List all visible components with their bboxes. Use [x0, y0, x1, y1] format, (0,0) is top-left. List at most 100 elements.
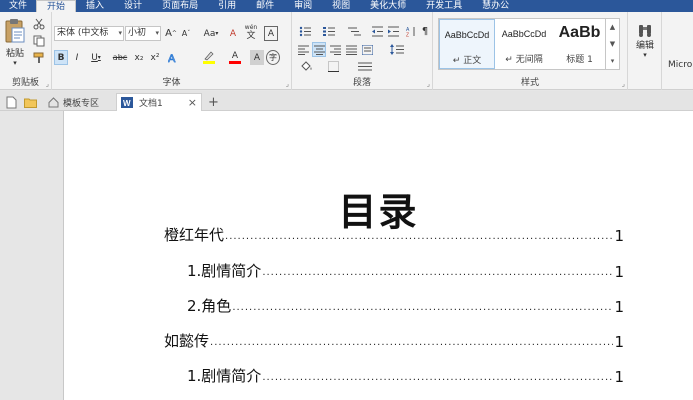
- new-tab-button[interactable]: +: [204, 93, 223, 111]
- change-case-button[interactable]: Aa ▾: [200, 26, 222, 41]
- numbering-button[interactable]: [320, 24, 342, 39]
- pilcrow-icon: ¶: [421, 26, 429, 37]
- shading-button[interactable]: [296, 59, 318, 74]
- distributed-button[interactable]: [360, 42, 374, 57]
- underline-button[interactable]: U ▾: [86, 50, 106, 65]
- align-right-button[interactable]: [328, 42, 342, 57]
- font-color-bar: [229, 61, 241, 64]
- toc-entry[interactable]: 如懿传.....................................…: [164, 331, 624, 351]
- text-effects-button[interactable]: A: [166, 50, 180, 65]
- doc-tab-templates[interactable]: 模板专区: [44, 93, 108, 111]
- close-icon[interactable]: ×: [188, 96, 197, 109]
- toc-entry[interactable]: 橙红年代....................................…: [164, 225, 624, 245]
- grow-font-icon: A: [165, 28, 172, 39]
- toc-entry[interactable]: 1.剧情简介..................................…: [187, 366, 624, 386]
- toc-page-number: 1: [614, 333, 624, 351]
- toc-page-number: 1: [614, 227, 624, 245]
- extra-group-label: Micro: [668, 60, 693, 70]
- paste-button[interactable]: 粘贴 ▾: [2, 15, 28, 69]
- ribbon-tab[interactable]: 引用: [208, 0, 246, 12]
- grow-font-button[interactable]: A ^: [164, 26, 178, 41]
- highlight-button[interactable]: [198, 50, 220, 65]
- new-document-button[interactable]: [2, 93, 21, 111]
- increase-indent-button[interactable]: [386, 24, 400, 39]
- document-page[interactable]: 目录 橙红年代.................................…: [63, 111, 693, 400]
- toc-leader-dots: ........................................…: [210, 338, 614, 348]
- strikethrough-button[interactable]: abc: [110, 50, 130, 65]
- ribbon-tab[interactable]: 美化大师: [360, 0, 416, 12]
- ribbon-tab[interactable]: 审阅: [284, 0, 322, 12]
- style-no-spacing[interactable]: AaBbCcDd ↵ 无间隔: [496, 19, 552, 69]
- borders-button[interactable]: [322, 59, 344, 74]
- highlighter-icon: [204, 51, 214, 61]
- multilevel-list-button[interactable]: [344, 24, 366, 39]
- sort-button[interactable]: AZ: [404, 24, 418, 39]
- chevron-down-icon: ▾: [118, 29, 122, 37]
- character-border-button[interactable]: A: [264, 26, 278, 41]
- paragraph-group: AZ ¶ 段落 ⌟: [292, 12, 433, 90]
- align-right-icon: [329, 45, 341, 55]
- italic-button[interactable]: I: [70, 50, 84, 65]
- home-icon: [48, 96, 59, 107]
- editing-group: 编辑 ▾: [628, 12, 662, 90]
- style-sample: AaBbCcDd: [501, 29, 547, 39]
- chevron-down-icon[interactable]: ▼: [606, 36, 619, 53]
- more-icon[interactable]: ▾: [606, 53, 619, 70]
- ribbon-tab[interactable]: 慧办公: [472, 0, 519, 12]
- copy-icon: [33, 35, 45, 47]
- dialog-launcher-icon[interactable]: ⌟: [46, 80, 49, 88]
- ribbon-tab[interactable]: 页面布局: [152, 0, 208, 12]
- line-spacing-button[interactable]: [386, 42, 408, 57]
- format-painter-button[interactable]: [31, 51, 47, 65]
- superscript-button[interactable]: x²: [148, 50, 162, 65]
- ribbon-tab[interactable]: 开始: [36, 0, 77, 12]
- enclose-characters-button[interactable]: 字: [266, 50, 280, 65]
- bullets-button[interactable]: [296, 24, 318, 39]
- styles-group-label: 样式: [520, 78, 539, 88]
- toc-entry-text: 1.剧情简介: [187, 262, 262, 280]
- toc-entry[interactable]: 2.角色....................................…: [187, 296, 624, 316]
- font-size-combo[interactable]: 小初 ▾: [125, 26, 161, 41]
- chevron-down-icon: ▾: [155, 29, 159, 37]
- svg-text:A: A: [168, 53, 176, 63]
- change-case-icon: Aa: [203, 28, 216, 39]
- justify-button[interactable]: [344, 42, 358, 57]
- chevron-down-icon: ▾: [643, 50, 647, 59]
- style-normal[interactable]: AaBbCcDd ↵ 正文: [439, 19, 495, 69]
- ribbon-tab[interactable]: 插入: [76, 0, 114, 12]
- editing-button[interactable]: 编辑 ▾: [632, 20, 658, 60]
- ribbon-tab[interactable]: 文件: [0, 0, 37, 12]
- align-center-button[interactable]: [312, 42, 326, 57]
- ribbon-tab[interactable]: 开发工具: [416, 0, 472, 12]
- dialog-launcher-icon[interactable]: ⌟: [286, 80, 289, 88]
- doc-tab-document1[interactable]: W 文档1 ×: [116, 93, 202, 111]
- ribbon-tab[interactable]: 视图: [322, 0, 360, 12]
- chevron-up-icon[interactable]: ▲: [606, 19, 619, 36]
- character-shading-button[interactable]: A: [250, 50, 264, 65]
- bold-button[interactable]: B: [54, 50, 68, 65]
- open-folder-button[interactable]: [20, 93, 41, 111]
- italic-icon: I: [75, 52, 79, 63]
- ribbon-tab[interactable]: 设计: [114, 0, 152, 12]
- subscript-button[interactable]: x₂: [132, 50, 146, 65]
- dialog-launcher-icon[interactable]: ⌟: [427, 80, 430, 88]
- style-heading-1[interactable]: AaBb 标题 1: [553, 19, 606, 69]
- show-marks-button[interactable]: ¶: [418, 24, 432, 39]
- asian-layout-button[interactable]: [354, 59, 376, 74]
- align-left-icon: [297, 45, 309, 55]
- decrease-indent-button[interactable]: [370, 24, 384, 39]
- clear-formatting-button[interactable]: A: [226, 26, 240, 41]
- copy-button[interactable]: [31, 34, 47, 48]
- cut-button[interactable]: [31, 17, 47, 31]
- styles-gallery-scroll[interactable]: ▲ ▼ ▾: [606, 18, 620, 70]
- align-left-button[interactable]: [296, 42, 310, 57]
- dialog-launcher-icon[interactable]: ⌟: [622, 80, 625, 88]
- shrink-font-button[interactable]: Aˇ: [179, 26, 193, 41]
- ribbon-tab[interactable]: 邮件: [246, 0, 284, 12]
- phonetic-guide-button[interactable]: wén 文: [242, 22, 260, 41]
- scissors-icon: [33, 18, 45, 30]
- toc-entry[interactable]: 1.剧情简介..................................…: [187, 261, 624, 281]
- font-color-button[interactable]: A: [224, 50, 246, 65]
- font-name-combo[interactable]: 宋体 (中文标 ▾: [54, 26, 124, 41]
- font-color-icon: A: [231, 51, 239, 61]
